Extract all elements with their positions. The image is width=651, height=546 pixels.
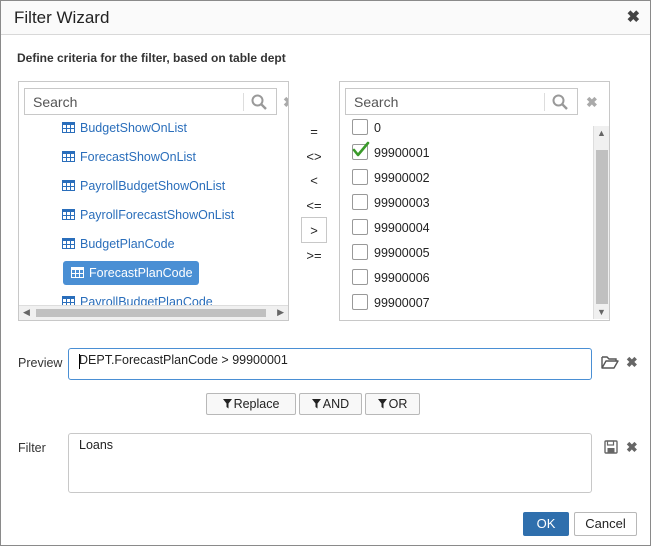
value-checkbox[interactable] [352, 244, 368, 260]
table-icon [71, 267, 84, 278]
table-icon [62, 122, 75, 133]
value-item[interactable]: 99900004 [352, 216, 430, 240]
operator-button[interactable]: = [301, 121, 327, 143]
ok-button[interactable]: OK [523, 512, 569, 536]
scroll-left-icon[interactable]: ◀ [23, 307, 30, 318]
value-label: 99900006 [374, 271, 430, 285]
field-item-label: BudgetShowOnList [80, 121, 188, 135]
field-list-panel: ✖ BudgetShowOnList ForecastShowOnList Payr… [18, 81, 289, 321]
folder-open-icon[interactable] [601, 354, 619, 370]
dialog-description: Define criteria for the filter, based on… [17, 51, 286, 65]
dialog-title: Filter Wizard [14, 8, 110, 27]
vertical-scrollbar[interactable]: ▲ ▼ [593, 126, 609, 319]
value-item[interactable]: 99900006 [352, 266, 430, 290]
value-search-input[interactable] [352, 93, 526, 111]
funnel-icon [311, 399, 321, 409]
value-item[interactable]: 99900003 [352, 191, 430, 215]
funnel-icon [377, 399, 387, 409]
replace-label: Replace [233, 397, 280, 411]
close-icon[interactable]: ✖ [627, 7, 640, 27]
table-icon [62, 151, 75, 162]
field-item[interactable]: ForecastShowOnList [62, 145, 196, 169]
operator-button[interactable]: <= [301, 195, 327, 217]
filter-label: Filter [18, 441, 46, 455]
field-item[interactable]: PayrollBudgetShowOnList [62, 174, 225, 198]
operator-button[interactable]: < [301, 170, 327, 192]
scroll-down-icon[interactable]: ▼ [597, 307, 606, 317]
preview-value: DEPT.ForecastPlanCode > 99900001 [79, 353, 288, 367]
value-checkbox[interactable] [352, 194, 368, 210]
value-item[interactable]: 0 [352, 116, 381, 140]
value-search-box[interactable] [345, 88, 578, 115]
filter-field[interactable]: Loans [68, 433, 592, 493]
value-label: 99900003 [374, 196, 430, 210]
value-label: 99900005 [374, 246, 430, 260]
save-icon[interactable] [604, 440, 618, 454]
field-search-input[interactable] [31, 93, 225, 111]
operator-button[interactable]: <> [301, 146, 327, 168]
field-item[interactable]: PayrollForecastShowOnList [62, 203, 234, 227]
clear-preview-icon[interactable]: ✖ [626, 354, 638, 371]
scroll-up-icon[interactable]: ▲ [597, 128, 606, 138]
and-button[interactable]: AND [299, 393, 362, 415]
value-item[interactable]: 99900005 [352, 241, 430, 265]
filter-value: Loans [79, 438, 114, 452]
field-item-label: PayrollForecastShowOnList [80, 208, 235, 222]
value-label: 99900007 [374, 296, 430, 310]
value-item[interactable]: 99900001 [352, 141, 430, 165]
dialog-titlebar: Filter Wizard ✖ [1, 1, 650, 35]
search-divider [243, 93, 244, 111]
operator-button[interactable]: > [301, 217, 327, 243]
value-checkbox[interactable] [352, 169, 368, 185]
field-item-label: ForecastShowOnList [80, 150, 197, 164]
value-checkbox[interactable] [352, 219, 368, 235]
clear-icon[interactable]: ✖ [283, 94, 288, 111]
field-item-label: PayrollBudgetShowOnList [80, 179, 226, 193]
or-button[interactable]: OR [365, 393, 420, 415]
value-checkbox[interactable] [352, 294, 368, 310]
value-label: 99900004 [374, 221, 430, 235]
table-icon [62, 238, 75, 249]
funnel-icon [222, 399, 232, 409]
field-item[interactable]: BudgetShowOnList [62, 116, 187, 140]
table-icon [62, 180, 75, 191]
field-item[interactable]: ForecastPlanCode [63, 261, 199, 285]
filter-wizard-dialog: Filter Wizard ✖ Define criteria for the … [0, 0, 651, 546]
horizontal-scrollbar[interactable]: ◀ ▶ [19, 305, 288, 320]
field-item-label: BudgetPlanCode [80, 237, 175, 251]
preview-field[interactable]: DEPT.ForecastPlanCode > 99900001 [68, 348, 592, 380]
value-checkbox[interactable] [352, 269, 368, 285]
scroll-right-icon[interactable]: ▶ [277, 307, 284, 318]
scrollbar-thumb[interactable] [36, 309, 266, 317]
preview-label: Preview [18, 356, 63, 370]
search-divider [544, 93, 545, 111]
clear-icon[interactable]: ✖ [586, 94, 598, 111]
value-item[interactable]: 99900007 [352, 291, 430, 315]
operator-button[interactable]: >= [301, 245, 327, 267]
field-search-box[interactable] [24, 88, 277, 115]
value-checkbox[interactable] [352, 119, 368, 135]
value-item[interactable]: 99900002 [352, 166, 430, 190]
search-icon[interactable] [251, 94, 267, 110]
value-checkbox[interactable] [352, 141, 370, 160]
checkmark-icon [352, 141, 370, 157]
replace-button[interactable]: Replace [206, 393, 296, 415]
search-icon[interactable] [552, 94, 568, 110]
scrollbar-thumb[interactable] [596, 150, 608, 304]
value-list-panel: ✖ 0 99900001 99900002 99900003 99900004 99900… [339, 81, 610, 321]
and-label: AND [322, 397, 350, 411]
value-label: 0 [374, 121, 381, 135]
or-label: OR [388, 397, 408, 411]
cancel-button[interactable]: Cancel [574, 512, 637, 536]
field-item[interactable]: BudgetPlanCode [62, 232, 175, 256]
table-icon [62, 209, 75, 220]
clear-filter-icon[interactable]: ✖ [626, 439, 638, 456]
value-label: 99900001 [374, 146, 430, 160]
field-item-label: ForecastPlanCode [89, 266, 193, 280]
value-label: 99900002 [374, 171, 430, 185]
